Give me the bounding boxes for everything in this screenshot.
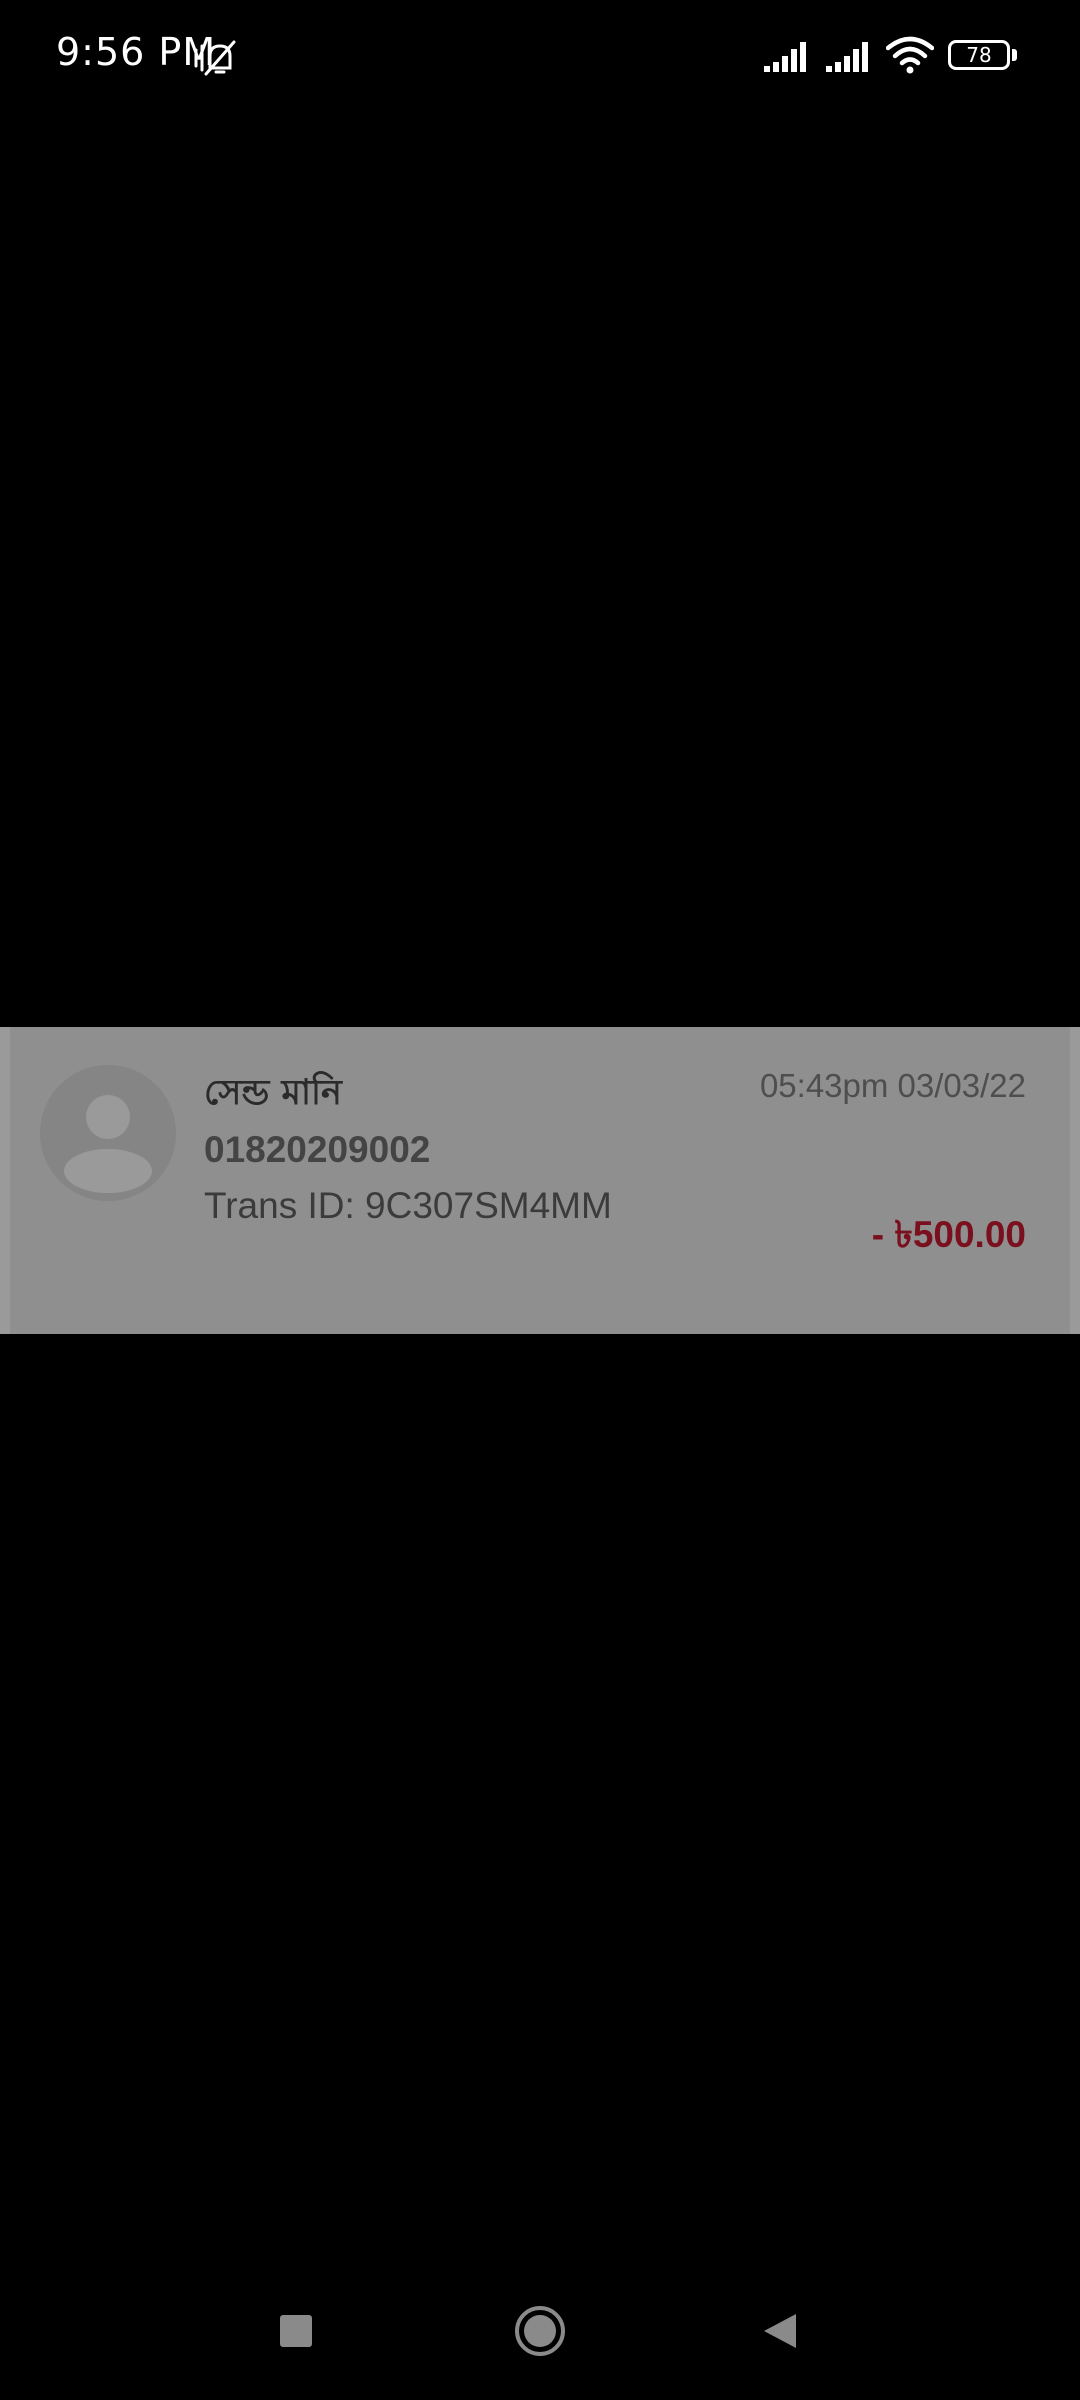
status-bar: 9:56 PM 78 [0,0,1080,110]
signal-icon [826,38,878,78]
back-button[interactable] [760,2311,800,2355]
wifi-icon [885,36,935,78]
transaction-type: সেন্ড মানি [204,1073,342,1113]
signal-icon [764,38,816,78]
screen: 9:56 PM 78 সেন্ড মানি 01820209002 Trans … [0,0,1080,2400]
transaction-amount: - ৳500.00 [871,1214,1026,1255]
vibrate-off-icon [192,38,240,82]
transaction-datetime: 05:43pm 03/03/22 [759,1067,1026,1104]
home-button[interactable] [514,2305,566,2361]
battery-icon: 78 [948,40,1010,70]
transaction-id: Trans ID: 9C307SM4MM [204,1185,612,1226]
transaction-card[interactable]: সেন্ড মানি 01820209002 Trans ID: 9C307SM… [0,1027,1080,1334]
user-avatar-icon [40,1065,176,1201]
recipient-phone: 01820209002 [204,1129,431,1170]
recents-button[interactable] [278,2313,314,2353]
battery-tip [1012,49,1017,61]
